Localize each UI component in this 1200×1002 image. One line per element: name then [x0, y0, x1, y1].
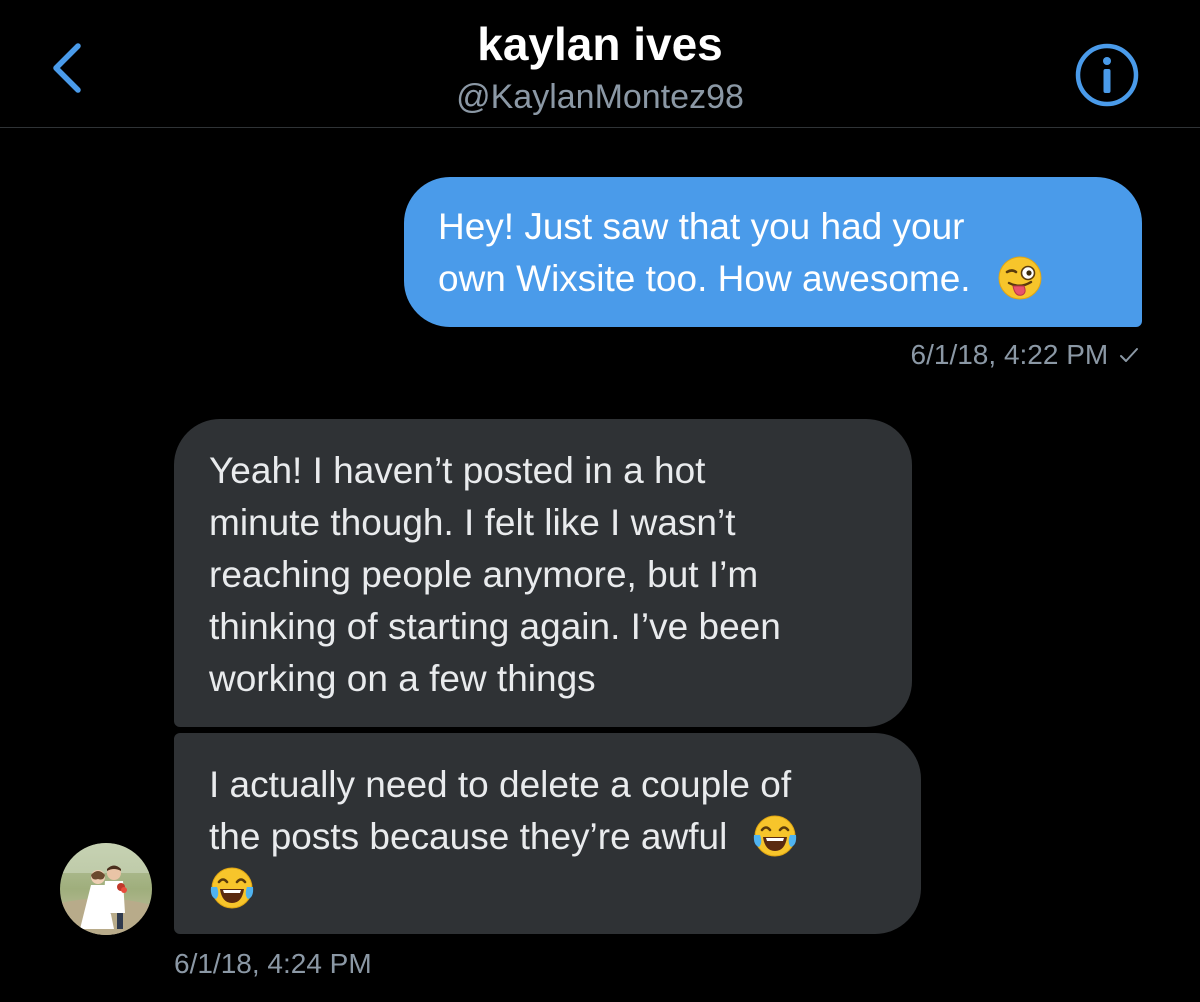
message-line: reaching people anymore, but I’m: [209, 554, 759, 595]
message-line: minute though. I felt like I wasn’t: [209, 502, 736, 543]
message-line: working on a few things: [209, 658, 596, 699]
conversation-title[interactable]: kaylan ives: [0, 14, 1200, 74]
conversation-handle[interactable]: @KaylanMontez98: [0, 74, 1200, 120]
emoji-line: [209, 863, 895, 915]
message-timestamp: 6/1/18, 4:24 PM: [174, 948, 372, 979]
info-icon: [1075, 43, 1139, 107]
message-line: Hey! Just saw that you had your: [438, 206, 965, 247]
winking-face-with-tongue-icon: [998, 256, 1042, 300]
message-line: thinking of starting again. I’ve been: [209, 606, 781, 647]
message-bubble-incoming[interactable]: I actually need to delete a couple of th…: [174, 733, 921, 934]
avatar[interactable]: [60, 843, 152, 935]
info-button[interactable]: [1074, 42, 1140, 108]
checkmark-icon: [1120, 348, 1138, 362]
message-bubble-outgoing[interactable]: Hey! Just saw that you had your own Wixs…: [404, 177, 1142, 327]
timestamp-text: 6/1/18, 4:22 PM: [910, 339, 1109, 370]
message-line: I actually need to delete a couple of: [209, 764, 792, 805]
message-line: Yeah! I haven’t posted in a hot: [209, 450, 706, 491]
face-with-tears-of-joy-icon: [753, 815, 796, 857]
wedding-photo-avatar: [60, 843, 152, 935]
conversation-header: kaylan ives @KaylanMontez98: [0, 0, 1200, 128]
message-line: own Wixsite too. How awesome.: [438, 258, 971, 299]
message-line: the posts because they’re awful: [209, 816, 728, 857]
message-line-with-emoji: the posts because they’re awful: [209, 811, 895, 863]
message-line-with-emoji: own Wixsite too. How awesome.: [438, 253, 1112, 305]
face-with-tears-of-joy-icon: [210, 867, 254, 909]
message-bubble-incoming[interactable]: Yeah! I haven’t posted in a hot minute t…: [174, 419, 912, 727]
message-timestamp: 6/1/18, 4:22 PM: [911, 337, 1140, 373]
